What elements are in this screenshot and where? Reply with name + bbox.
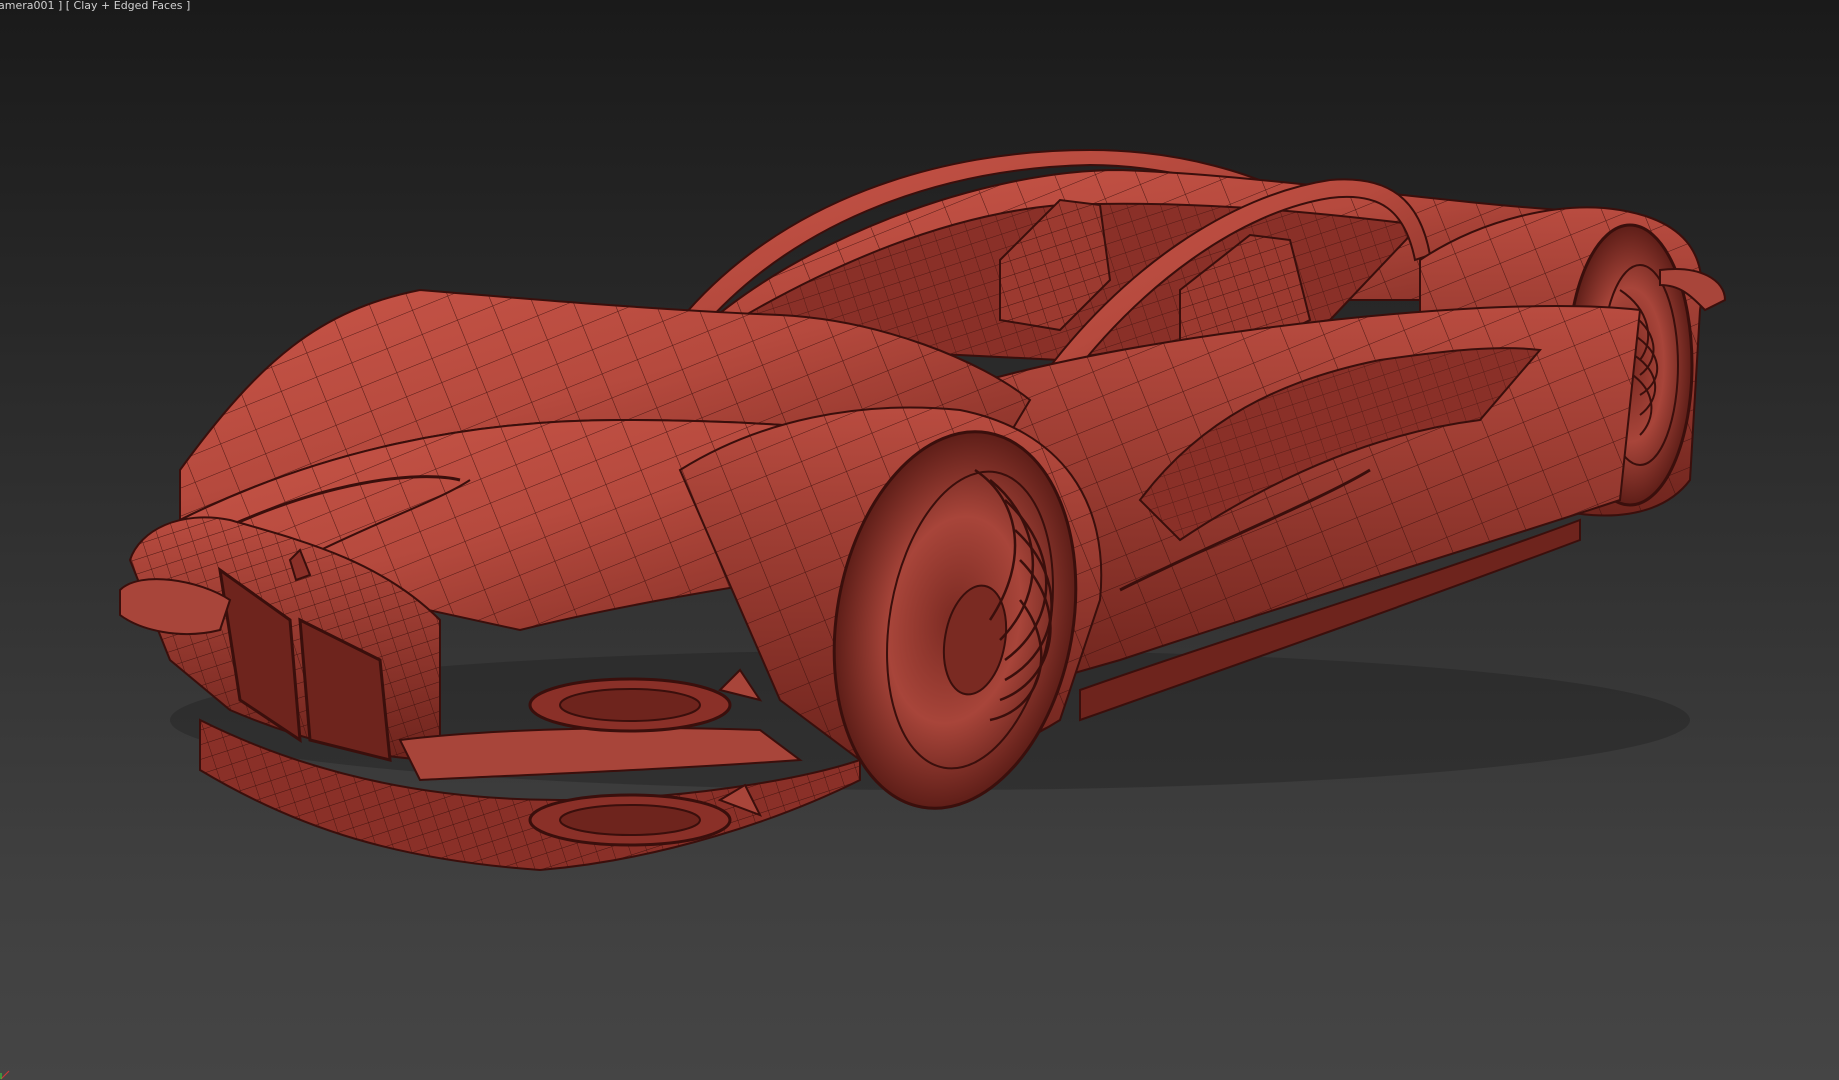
car-model[interactable] — [0, 0, 1839, 1080]
viewport[interactable]: amera001 ] [ Clay + Edged Faces ] — [0, 0, 1839, 1080]
viewport-label[interactable]: amera001 ] [ Clay + Edged Faces ] — [0, 0, 190, 12]
axis-tripod-icon — [0, 1070, 10, 1080]
